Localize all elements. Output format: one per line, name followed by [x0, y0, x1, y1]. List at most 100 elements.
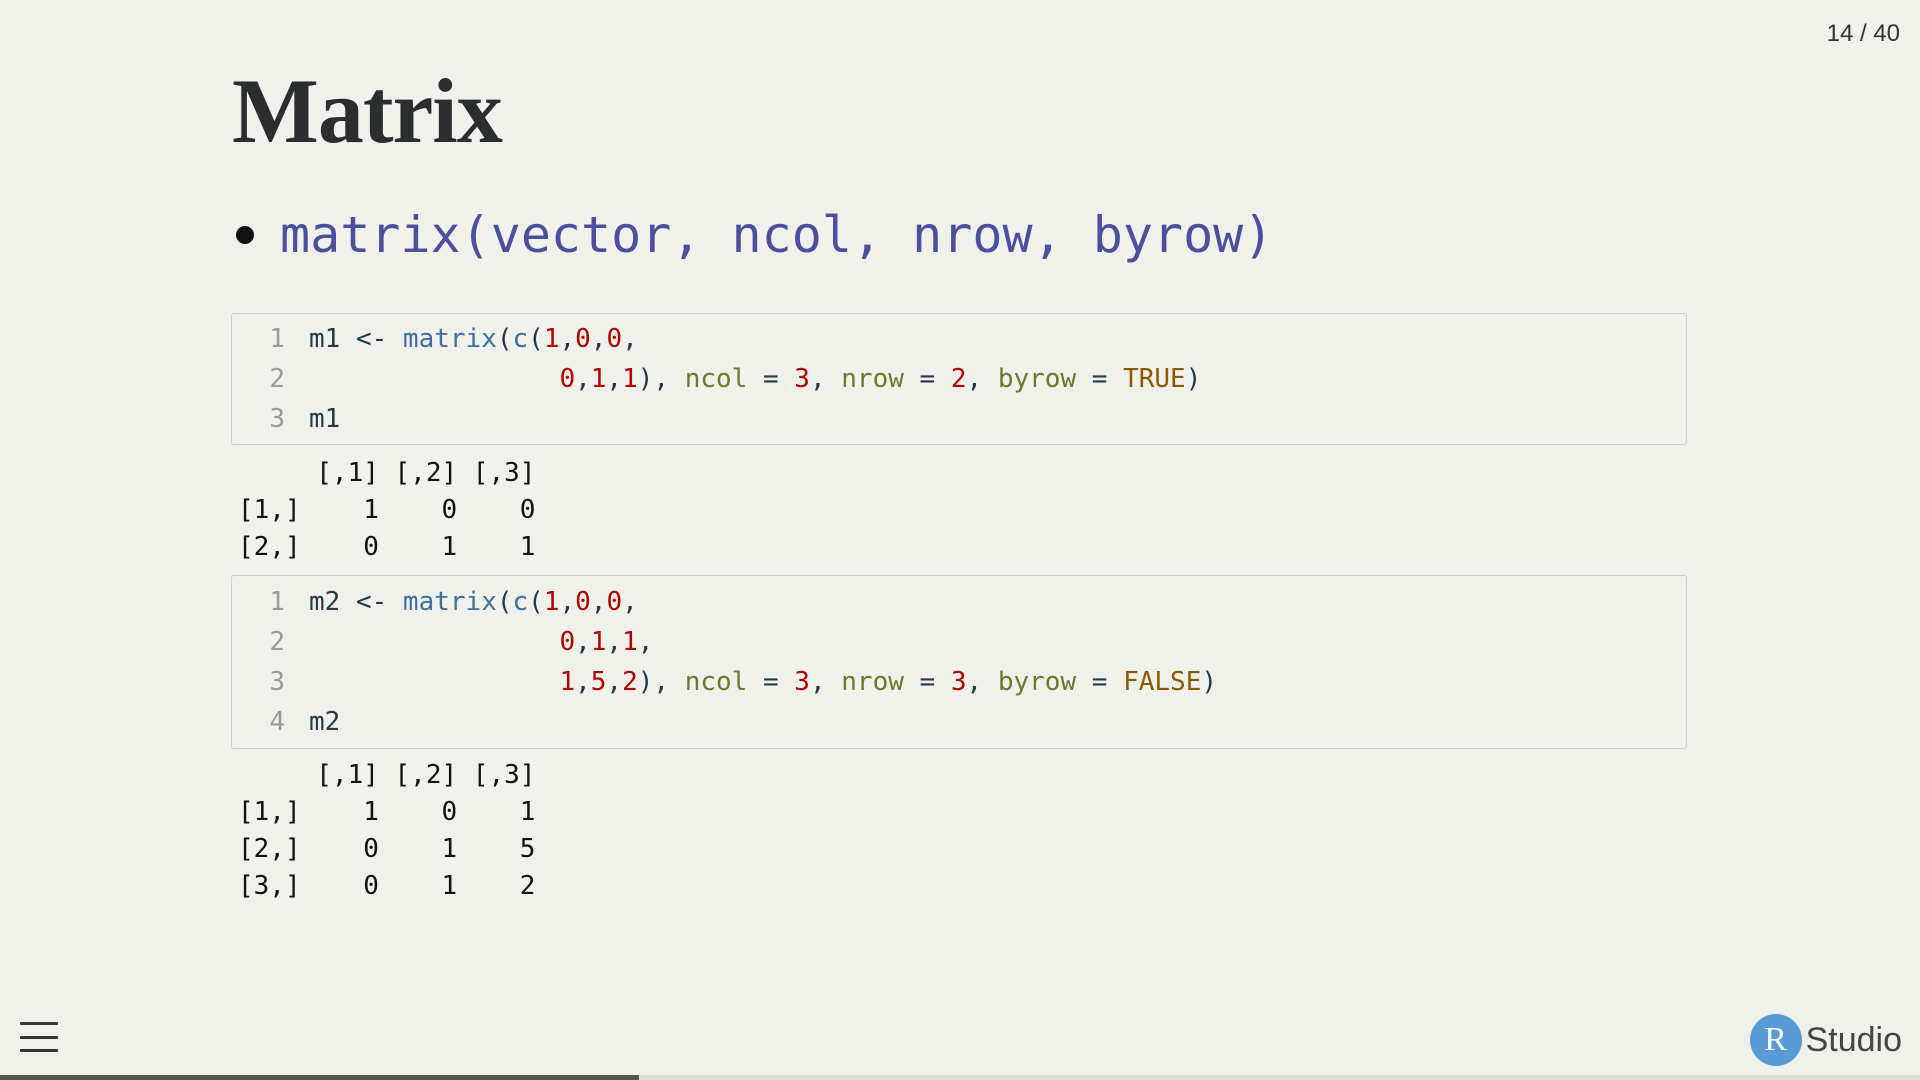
- code-token: =: [1076, 364, 1124, 394]
- code-token: 3: [794, 667, 810, 697]
- code-token: ,: [575, 627, 591, 657]
- menu-bar-line: [20, 1049, 58, 1052]
- code-token: nrow: [841, 667, 904, 697]
- code-token: ),: [637, 364, 685, 394]
- code-token: 0: [575, 587, 591, 617]
- code-block-1: 1 m1 <- matrix(c(1, 0, 0, 2 0, 1, 1), ncol = 3…: [231, 313, 1687, 445]
- code-line: 1 m1 <- matrix(c(1, 0, 0,: [232, 319, 1686, 359]
- slide-title: Matrix: [232, 60, 503, 162]
- code-token: (: [528, 587, 544, 617]
- code-token: ,: [809, 364, 842, 394]
- code-token: =: [1076, 667, 1124, 697]
- code-token: m2 <-: [309, 587, 403, 617]
- code-token: m1: [309, 404, 341, 434]
- code-token: 2: [622, 667, 638, 697]
- line-number: 3: [269, 667, 285, 697]
- code-token: ,: [606, 364, 623, 394]
- code-token: 1: [622, 364, 638, 394]
- bullet-code-text: matrix(vector, ncol, nrow, byrow): [280, 206, 1274, 264]
- hamburger-menu-icon[interactable]: [20, 1022, 58, 1052]
- code-token: ncol: [684, 667, 748, 697]
- code-line: 2 0,1,1,: [232, 622, 1686, 662]
- code-line: 1 m2 <- matrix(c(1, 0, 0,: [232, 582, 1686, 622]
- code-token: 0: [559, 627, 576, 657]
- code-block-2: 1 m2 <- matrix(c(1, 0, 0, 2 0,1,1,3 1, 5, 2), …: [231, 575, 1687, 749]
- code-token: ,: [637, 627, 654, 657]
- menu-bar-line: [20, 1035, 58, 1039]
- code-token: 0: [575, 324, 591, 354]
- code-line: 3 m1: [232, 399, 1686, 439]
- rstudio-logo-text: Studio: [1805, 1020, 1902, 1059]
- code-token: ): [1201, 667, 1218, 697]
- code-output-1: [,1] [,2] [,3] [1,] 1 0 0 [2,] 0 1 1: [238, 458, 536, 562]
- code-token: ,: [966, 364, 998, 394]
- bullet-item: matrix(vector, ncol, nrow, byrow): [236, 206, 1273, 264]
- rstudio-logo-icon: R: [1749, 1014, 1802, 1066]
- code-token: ,: [575, 364, 591, 394]
- code-token: c: [512, 587, 529, 617]
- code-line: 2 0, 1, 1), ncol = 3, nrow = 2, byrow = TR…: [232, 359, 1686, 399]
- code-token: m2: [309, 707, 341, 737]
- line-number: 2: [269, 364, 285, 394]
- code-token: 2: [950, 364, 967, 394]
- rstudio-logo: R Studio: [1749, 1014, 1902, 1066]
- code-token: byrow: [997, 667, 1077, 697]
- code-token: ,: [966, 667, 998, 697]
- code-token: ,: [559, 587, 576, 617]
- code-token: 1: [590, 627, 607, 657]
- code-line: 4 m2: [232, 702, 1686, 742]
- code-token: FALSE: [1123, 667, 1202, 697]
- code-token: ,: [606, 627, 623, 657]
- code-token: ,: [809, 667, 842, 697]
- slide-counter: 14 / 40: [1826, 20, 1900, 47]
- code-token: 3: [950, 667, 967, 697]
- code-token: 5: [590, 667, 607, 697]
- code-token: ncol: [684, 364, 748, 394]
- menu-bar-line: [20, 1022, 58, 1025]
- code-token: 0: [559, 364, 576, 394]
- bullet-dot-icon: [236, 226, 254, 244]
- code-token: =: [903, 364, 951, 394]
- code-token: ,: [622, 587, 638, 617]
- line-number: 2: [269, 627, 285, 657]
- code-token: 1: [622, 627, 638, 657]
- code-line: 3 1, 5, 2), ncol = 3, nrow = 3, byrow = FA…: [232, 662, 1686, 702]
- code-token: 1: [590, 364, 607, 394]
- code-token: (: [496, 587, 513, 617]
- code-token: byrow: [997, 364, 1077, 394]
- code-token: =: [903, 667, 951, 697]
- code-token: =: [747, 364, 795, 394]
- line-number: 3: [269, 404, 285, 434]
- code-token: 0: [606, 587, 623, 617]
- code-token: ,: [590, 587, 607, 617]
- line-number: 1: [269, 324, 285, 354]
- code-token: 3: [794, 364, 810, 394]
- code-token: ,: [575, 667, 591, 697]
- code-token: ,: [606, 667, 623, 697]
- code-token: ,: [622, 324, 638, 354]
- code-token: c: [512, 324, 529, 354]
- code-token: matrix: [402, 587, 497, 617]
- code-token: =: [747, 667, 795, 697]
- code-token: ,: [559, 324, 576, 354]
- code-token: ,: [590, 324, 607, 354]
- line-number: 4: [269, 707, 285, 737]
- code-token: 0: [606, 324, 623, 354]
- slide-progress-bar: [0, 1075, 1920, 1080]
- code-token: 1: [543, 324, 560, 354]
- code-output-2: [,1] [,2] [,3] [1,] 1 0 1 [2,] 0 1 5 [3,…: [238, 760, 536, 901]
- code-token: 1: [543, 587, 560, 617]
- code-token: (: [528, 324, 544, 354]
- slide-progress-fill: [0, 1075, 640, 1080]
- code-token: ),: [637, 667, 685, 697]
- code-token: m1 <-: [309, 324, 403, 354]
- code-token: ): [1185, 364, 1202, 394]
- code-token: (: [496, 324, 513, 354]
- code-token: 1: [559, 667, 576, 697]
- code-token: TRUE: [1123, 364, 1186, 394]
- line-number: 1: [269, 587, 285, 617]
- code-token: nrow: [841, 364, 904, 394]
